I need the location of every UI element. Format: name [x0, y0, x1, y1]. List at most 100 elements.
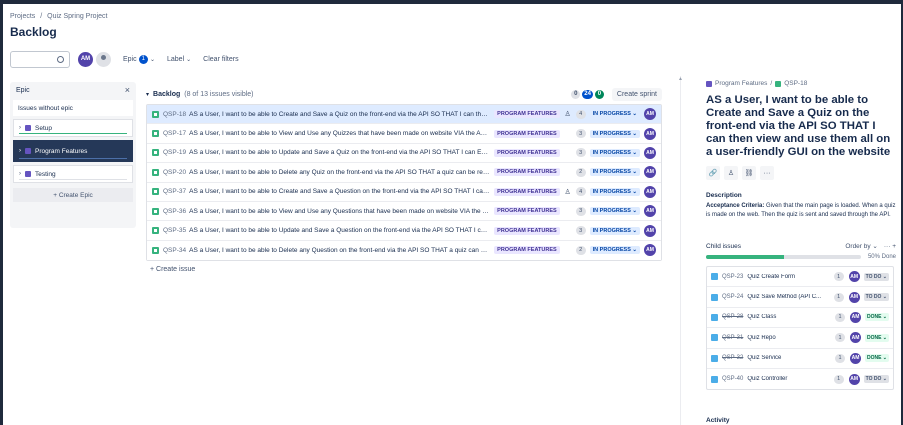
issue-summary[interactable]: AS a User, I want to be able to Delete a…	[189, 169, 490, 176]
epic-lozenge[interactable]: PROGRAM FEATURES	[494, 187, 560, 196]
issue-summary[interactable]: AS a User, I want to be able to View and…	[189, 208, 490, 215]
issue-key[interactable]: QSP-19	[163, 149, 186, 156]
status-dropdown[interactable]: IN PROGRESS ⌄	[589, 168, 640, 177]
issue-row[interactable]: QSP-35 AS a User, I want to be able to Up…	[147, 221, 661, 241]
child-issue-summary[interactable]: Quiz Save Method (API C...	[747, 294, 831, 300]
detail-crumb-key[interactable]: QSP-18	[784, 80, 807, 87]
child-issue-row[interactable]: QSP-23 Quiz Create Form 1 AM TO DO ⌄	[707, 267, 893, 288]
chevron-down-icon[interactable]: ▾	[146, 91, 149, 98]
chevron-right-icon[interactable]: ›	[19, 125, 21, 131]
status-dropdown[interactable]: TO DO ⌄	[863, 272, 889, 281]
child-issue-key[interactable]: QSP-23	[722, 274, 743, 280]
issue-row[interactable]: QSP-36 AS a User, I want to be able to Vi…	[147, 201, 661, 222]
create-issue-button[interactable]: + Create issue	[146, 266, 662, 273]
assignee-avatar[interactable]: AM	[644, 205, 656, 218]
status-dropdown[interactable]: IN PROGRESS ⌄	[589, 129, 640, 138]
issue-summary[interactable]: AS a User, I want to be able to Delete a…	[189, 247, 490, 254]
issue-summary[interactable]: AS a User, I want to be able to Update a…	[189, 149, 490, 156]
issue-row[interactable]: QSP-20 AS a User, I want to be able to De…	[147, 163, 661, 183]
child-issue-key[interactable]: QSP-40	[722, 376, 743, 382]
issue-summary[interactable]: AS a User, I want to be able to Update a…	[189, 227, 490, 234]
status-dropdown[interactable]: TO DO ⌄	[863, 293, 889, 302]
status-dropdown[interactable]: IN PROGRESS ⌄	[589, 110, 640, 119]
clear-filters-button[interactable]: Clear filters	[203, 56, 238, 63]
story-points[interactable]: 2	[575, 167, 586, 177]
assignee-avatar[interactable]: AM	[848, 373, 860, 385]
issue-summary[interactable]: AS a User, I want to be able to View and…	[189, 130, 490, 137]
status-dropdown[interactable]: DONE ⌄	[864, 333, 889, 342]
story-points[interactable]: 2	[575, 245, 586, 255]
child-issue-row[interactable]: QSP-24 Quiz Save Method (API C... 1 AM TO DO…	[707, 287, 893, 308]
issue-summary[interactable]: AS a User, I want to be able to Create a…	[189, 188, 490, 195]
epic-lozenge[interactable]: PROGRAM FEATURES	[494, 246, 560, 255]
epic-lozenge[interactable]: PROGRAM FEATURES	[494, 110, 560, 119]
epic-lozenge[interactable]: PROGRAM FEATURES	[494, 226, 560, 235]
child-issue-key[interactable]: QSP-24	[722, 294, 743, 300]
status-dropdown[interactable]: IN PROGRESS ⌄	[589, 187, 640, 196]
status-dropdown[interactable]: IN PROGRESS ⌄	[589, 207, 640, 216]
issue-key[interactable]: QSP-34	[163, 247, 186, 254]
order-by-button[interactable]: Order by ⌄	[845, 242, 878, 250]
epic-filter-button[interactable]: Epic 1 ⌄	[123, 54, 155, 64]
epic-item[interactable]: › Testing	[13, 165, 133, 183]
chevron-right-icon[interactable]: ›	[19, 148, 21, 154]
create-epic-button[interactable]: + Create Epic	[13, 188, 133, 202]
issue-key[interactable]: QSP-18	[163, 111, 186, 118]
child-issue-row[interactable]: QSP-32 Quiz Service 1 AM DONE ⌄	[707, 349, 893, 369]
status-dropdown[interactable]: DONE ⌄	[864, 354, 889, 363]
child-issue-key[interactable]: QSP-31	[722, 335, 743, 341]
issue-summary[interactable]: AS a User, I want to be able to Create a…	[189, 111, 490, 118]
scroll-up-icon[interactable]: ▲	[678, 76, 683, 82]
assignee-avatar[interactable]: AM	[644, 244, 656, 257]
child-issue-summary[interactable]: Quiz Service	[747, 355, 833, 361]
issue-key[interactable]: QSP-17	[163, 130, 186, 137]
assignee-avatar[interactable]: AM	[849, 332, 861, 344]
story-points[interactable]: 3	[575, 226, 586, 236]
child-issue-summary[interactable]: Quiz Controller	[747, 376, 831, 382]
child-issue-summary[interactable]: Quiz Repo	[747, 335, 833, 341]
unassigned-avatar-filter[interactable]	[96, 51, 111, 67]
child-issue-row[interactable]: QSP-28 Quiz Class 1 AM DONE ⌄	[707, 308, 893, 329]
status-dropdown[interactable]: IN PROGRESS ⌄	[589, 246, 640, 255]
issue-row[interactable]: QSP-34 AS a User, I want to be able to De…	[147, 240, 661, 261]
detail-crumb-epic[interactable]: Program Features	[715, 80, 767, 87]
close-icon[interactable]: ×	[125, 85, 130, 95]
child-issue-summary[interactable]: Quiz Create Form	[747, 274, 831, 280]
child-issue-summary[interactable]: Quiz Class	[747, 314, 833, 320]
issue-key[interactable]: QSP-37	[163, 188, 186, 195]
epic-lozenge[interactable]: PROGRAM FEATURES	[494, 168, 560, 177]
assignee-avatar[interactable]: AM	[848, 271, 860, 283]
assignee-avatar[interactable]: AM	[644, 224, 656, 237]
story-points[interactable]: 4	[575, 187, 586, 197]
chevron-right-icon[interactable]: ›	[19, 171, 21, 177]
more-icon[interactable]: ···	[760, 166, 774, 180]
child-issue-row[interactable]: QSP-31 Quiz Repo 1 AM DONE ⌄	[707, 328, 893, 349]
issue-row[interactable]: QSP-37 AS a User, I want to be able to Cr…	[147, 182, 661, 202]
assignee-avatar[interactable]: AM	[644, 108, 656, 121]
epic-item[interactable]: › Program Features	[13, 140, 133, 162]
assignee-avatar[interactable]: AM	[644, 166, 656, 179]
child-issue-row[interactable]: QSP-40 Quiz Controller 1 AM TO DO ⌄	[707, 369, 893, 389]
story-points[interactable]: 3	[575, 206, 586, 216]
search-box[interactable]	[10, 50, 70, 71]
story-points[interactable]: 3	[575, 148, 586, 158]
child-issue-key[interactable]: QSP-28	[722, 314, 743, 320]
breadcrumb-project[interactable]: Quiz Spring Project	[47, 13, 107, 20]
story-points[interactable]: 4	[575, 109, 586, 119]
story-points[interactable]: 3	[575, 129, 586, 139]
description-text[interactable]: Acceptance Criteria: Given that the main…	[706, 202, 896, 220]
assignee-avatar[interactable]: AM	[644, 146, 656, 159]
breadcrumb-projects[interactable]: Projects	[10, 13, 35, 20]
status-dropdown[interactable]: DONE ⌄	[864, 313, 889, 322]
issue-title[interactable]: AS a User, I want to be able to Create a…	[706, 94, 896, 159]
issue-row[interactable]: QSP-17 AS a User, I want to be able to Vi…	[147, 124, 661, 144]
assignee-avatar[interactable]: AM	[644, 185, 656, 198]
create-sprint-button[interactable]: Create sprint	[611, 87, 662, 101]
assignee-avatar[interactable]: AM	[849, 311, 861, 323]
issue-key[interactable]: QSP-36	[163, 208, 186, 215]
status-dropdown[interactable]: IN PROGRESS ⌄	[589, 226, 640, 235]
child-issues-more-button[interactable]: ··· +	[884, 243, 896, 250]
status-dropdown[interactable]: IN PROGRESS ⌄	[589, 148, 640, 157]
attach-icon[interactable]: 🔗	[706, 166, 720, 180]
child-issue-icon[interactable]: ♙	[724, 166, 738, 180]
